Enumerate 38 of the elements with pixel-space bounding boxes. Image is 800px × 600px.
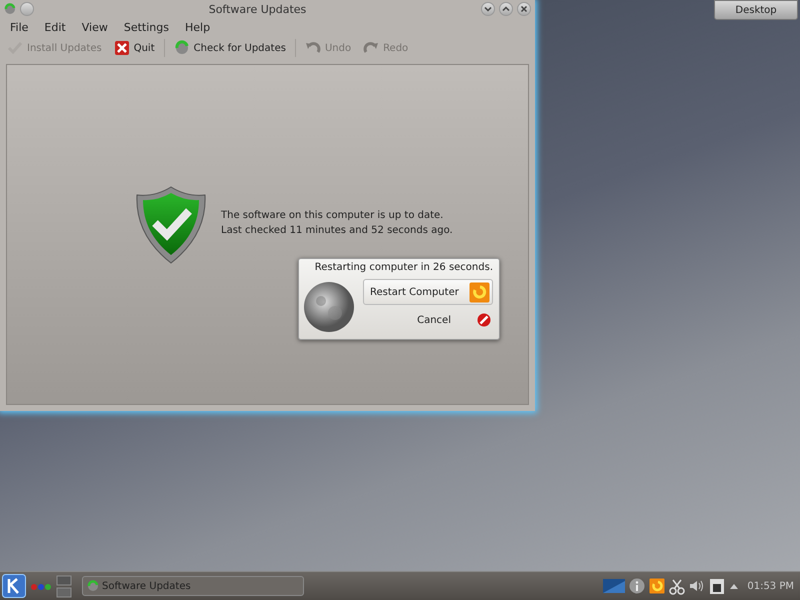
speaker-icon bbox=[689, 578, 706, 594]
shield-check-icon bbox=[135, 184, 207, 264]
maximize-button[interactable] bbox=[499, 2, 513, 16]
menu-item[interactable]: View bbox=[74, 20, 116, 34]
desktop-button[interactable]: Desktop bbox=[714, 0, 798, 20]
menu-item[interactable]: Edit bbox=[36, 20, 74, 34]
app-icon bbox=[87, 580, 99, 592]
menu-item[interactable]: Help bbox=[176, 20, 218, 34]
close-button[interactable] bbox=[517, 2, 531, 16]
menu-item[interactable]: File bbox=[2, 20, 36, 34]
arrow-up-icon bbox=[729, 582, 740, 590]
restart-icon bbox=[649, 578, 666, 594]
window-title: Software Updates bbox=[208, 2, 308, 16]
undo-icon bbox=[304, 40, 321, 56]
cancel-button[interactable]: Cancel bbox=[363, 310, 493, 330]
refresh-icon bbox=[174, 40, 190, 56]
status-text: The software on this computer is up to date. bbox=[221, 210, 444, 220]
scissors-icon bbox=[669, 578, 686, 594]
status-text: Last checked 11 minutes and 52 seconds ago. bbox=[221, 224, 453, 236]
moon-icon bbox=[303, 281, 355, 333]
minimize-button[interactable] bbox=[481, 2, 495, 16]
info-icon bbox=[629, 578, 646, 594]
dialog-message: Restarting computer in 26 seconds. bbox=[314, 262, 493, 275]
menu-item[interactable]: Settings bbox=[116, 20, 177, 34]
toolbar-button[interactable]: Check for Updates bbox=[168, 38, 291, 58]
cancel-icon bbox=[477, 313, 491, 327]
redo-icon bbox=[363, 40, 380, 56]
toolbar-button[interactable]: Quit bbox=[108, 38, 160, 58]
pager-icon bbox=[56, 574, 72, 598]
screen-icon bbox=[603, 577, 626, 595]
close-icon bbox=[518, 3, 530, 15]
restart-button[interactable]: Restart Computer bbox=[363, 279, 493, 305]
launcher-icon bbox=[2, 574, 26, 598]
activities-icon bbox=[30, 581, 52, 591]
restart-icon bbox=[469, 282, 490, 302]
app-icon bbox=[4, 3, 16, 15]
clock: 01:53 PM bbox=[747, 580, 794, 592]
close-icon bbox=[114, 40, 130, 56]
